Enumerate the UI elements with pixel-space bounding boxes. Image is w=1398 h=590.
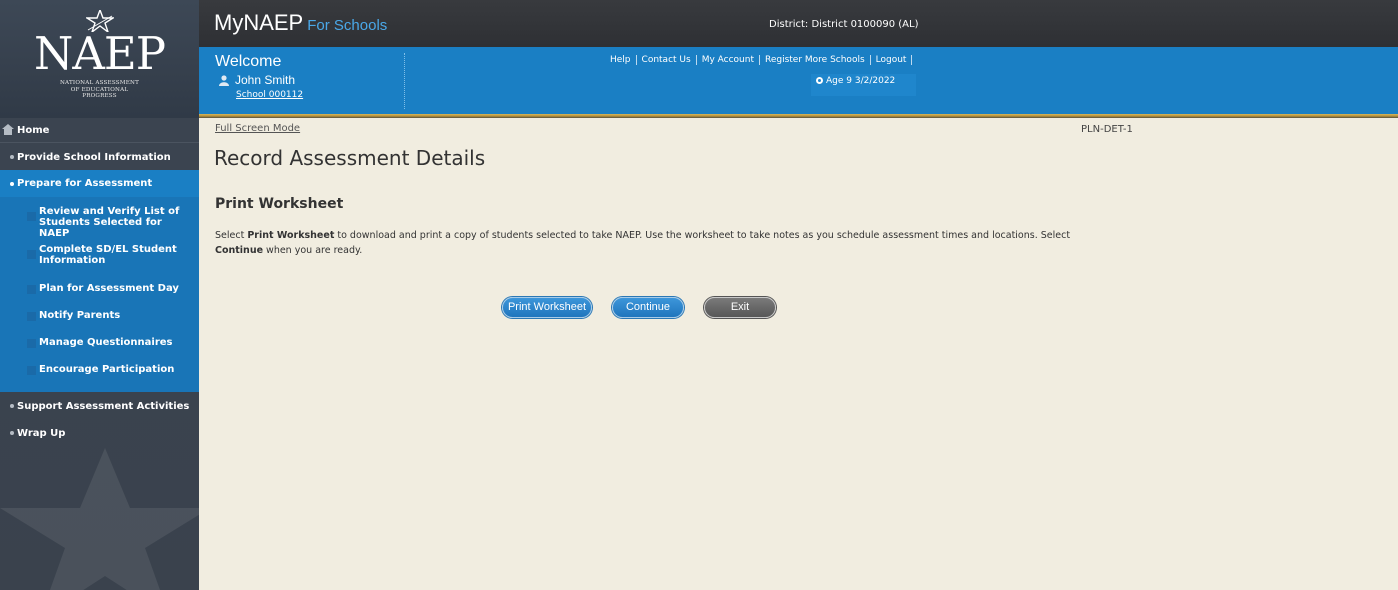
sidebar-subitem-manage-questionnaires[interactable]: Manage Questionnaires xyxy=(0,333,199,353)
square-bullet-icon xyxy=(27,285,36,294)
home-icon xyxy=(2,124,14,135)
main-content: Full Screen Mode PLN-DET-1 Record Assess… xyxy=(199,118,1398,590)
bullet-icon xyxy=(10,404,14,408)
sidebar-subitem-notify-parents[interactable]: Notify Parents xyxy=(0,306,199,326)
header-links: Help Contact Us My Account Register More… xyxy=(605,55,913,65)
welcome-divider xyxy=(404,53,405,109)
square-bullet-icon xyxy=(27,312,36,321)
sidebar-subitem-complete-sd-el[interactable]: Complete SD/EL Student Information xyxy=(0,241,199,271)
bullet-icon xyxy=(10,182,14,186)
register-more-schools-link[interactable]: Register More Schools xyxy=(758,55,870,65)
logout-link[interactable]: Logout xyxy=(869,55,913,65)
sidebar-item-home[interactable]: Home xyxy=(0,118,199,142)
naep-acronym: NAEP xyxy=(34,27,166,80)
exit-button[interactable]: Exit xyxy=(704,297,776,318)
square-bullet-icon xyxy=(27,366,36,375)
user-name: John Smith xyxy=(235,73,296,87)
sidebar: Home Provide School Information Prepare … xyxy=(0,118,199,590)
district-label: District: District 0100090 (AL) xyxy=(769,19,919,30)
naep-logo: NAEP NATIONAL ASSESSMENT OF EDUCATIONAL … xyxy=(0,0,199,118)
bullet-icon xyxy=(10,155,14,159)
contact-us-link[interactable]: Contact Us xyxy=(635,55,696,65)
user-info: John Smith xyxy=(219,73,295,87)
page-code: PLN-DET-1 xyxy=(1081,124,1133,135)
sidebar-section-prepare: Prepare for Assessment Review and Verify… xyxy=(0,170,199,392)
square-bullet-icon xyxy=(27,250,36,259)
bullet-icon xyxy=(10,431,14,435)
square-bullet-icon xyxy=(27,212,36,221)
sidebar-subitem-review-verify[interactable]: Review and Verify List of Students Selec… xyxy=(0,203,199,239)
welcome-heading: Welcome xyxy=(215,53,282,70)
sidebar-subitems: Review and Verify List of Students Selec… xyxy=(0,197,199,392)
print-worksheet-button[interactable]: Print Worksheet xyxy=(502,297,592,318)
top-bar: MyNAEP For Schools District: District 010… xyxy=(199,0,1398,47)
radio-circle-icon xyxy=(816,77,823,84)
sidebar-item-provide-school-information[interactable]: Provide School Information xyxy=(0,142,199,169)
sidebar-item-wrap-up[interactable]: Wrap Up xyxy=(0,419,199,446)
continue-button[interactable]: Continue xyxy=(612,297,684,318)
app-brand: MyNAEP For Schools xyxy=(214,10,388,35)
sidebar-item-support-assessment-activities[interactable]: Support Assessment Activities xyxy=(0,392,199,419)
welcome-bar: Welcome John Smith School 000112 Help Co… xyxy=(199,47,1398,114)
square-bullet-icon xyxy=(27,339,36,348)
naep-full-name: NATIONAL ASSESSMENT OF EDUCATIONAL PROGR… xyxy=(59,80,140,100)
help-link[interactable]: Help xyxy=(605,55,636,65)
sidebar-item-prepare-for-assessment[interactable]: Prepare for Assessment xyxy=(0,170,199,197)
sidebar-subitem-plan-for-assessment-day[interactable]: Plan for Assessment Day xyxy=(0,279,199,299)
age-selector[interactable]: Age 9 3/2/2022 xyxy=(811,74,916,96)
full-screen-mode-link[interactable]: Full Screen Mode xyxy=(215,123,300,134)
instructions-text: Select Print Worksheet to download and p… xyxy=(215,230,1071,256)
age-label: Age 9 3/2/2022 xyxy=(826,76,896,86)
page-title: Record Assessment Details xyxy=(214,146,486,170)
user-icon xyxy=(219,74,229,86)
sidebar-subitem-encourage-participation[interactable]: Encourage Participation xyxy=(0,360,199,380)
my-account-link[interactable]: My Account xyxy=(695,55,759,65)
school-link[interactable]: School 000112 xyxy=(236,90,303,100)
background-star-icon xyxy=(0,448,199,590)
section-subtitle: Print Worksheet xyxy=(215,196,344,212)
